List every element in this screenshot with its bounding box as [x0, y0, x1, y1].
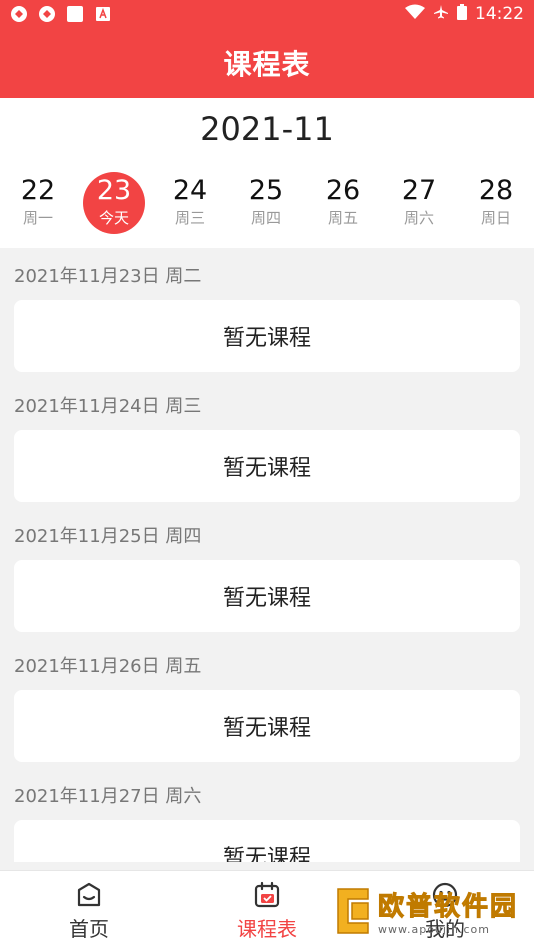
home-face-icon [75, 881, 103, 909]
empty-course-card[interactable]: 暂无课程 [14, 300, 520, 372]
tab-label: 课程表 [237, 917, 297, 941]
day-weekday: 周三 [174, 209, 205, 227]
tab-schedule[interactable]: 课程表 [178, 871, 356, 950]
day-item[interactable]: 27 周六 [388, 172, 450, 234]
day-item-today[interactable]: 23 今天 [83, 172, 145, 234]
week-calendar: 2021-11 22 周一 23 今天 24 周三 25 周四 26 周五 27… [0, 98, 534, 248]
day-number: 25 [248, 175, 284, 206]
day-number: 26 [325, 175, 361, 206]
day-section: 2021年11月25日 周四 暂无课程 [0, 508, 534, 638]
watermark-text: 欧普软件园 [377, 892, 519, 923]
day-strip: 22 周一 23 今天 24 周三 25 周四 26 周五 27 周六 28 周… [0, 172, 534, 236]
watermark: 欧普软件园 www.apoujin.com [332, 876, 532, 946]
day-weekday: 周日 [480, 209, 511, 227]
tab-label: 首页 [69, 917, 109, 941]
empty-course-card[interactable]: 暂无课程 [14, 690, 520, 762]
month-label: 2021-11 [200, 110, 334, 148]
day-number: 28 [478, 175, 514, 206]
day-weekday: 周四 [250, 209, 281, 227]
day-section: 2021年11月27日 周六 暂无课程 [0, 768, 534, 862]
schedule-list[interactable]: 2021年11月23日 周二 暂无课程 2021年11月24日 周三 暂无课程 … [0, 248, 534, 862]
airplane-icon [433, 4, 449, 25]
day-item[interactable]: 26 周五 [312, 172, 374, 234]
status-time: 14:22 [475, 4, 524, 24]
day-weekday: 周六 [403, 209, 434, 227]
app-bar: 课程表 [0, 28, 534, 98]
day-section: 2021年11月26日 周五 暂无课程 [0, 638, 534, 768]
section-date: 2021年11月25日 周四 [14, 526, 202, 547]
day-weekday: 今天 [98, 209, 129, 227]
day-number: 27 [401, 175, 437, 206]
empty-course-card[interactable]: 暂无课程 [14, 560, 520, 632]
day-item[interactable]: 22 周一 [7, 172, 69, 234]
day-item[interactable]: 25 周四 [235, 172, 297, 234]
tab-home[interactable]: 首页 [0, 871, 178, 950]
empty-course-card[interactable]: 暂无课程 [14, 430, 520, 502]
text-a-icon [94, 5, 112, 23]
section-date: 2021年11月27日 周六 [14, 786, 202, 807]
day-section: 2021年11月23日 周二 暂无课程 [0, 248, 534, 378]
section-date: 2021年11月23日 周二 [14, 266, 202, 287]
day-number: 22 [20, 175, 56, 206]
day-item[interactable]: 28 周日 [465, 172, 527, 234]
page-title: 课程表 [223, 48, 311, 81]
sync-icon-2 [38, 5, 56, 23]
watermark-url: www.apoujin.com [378, 923, 490, 936]
battery-icon [457, 3, 467, 25]
day-item[interactable]: 24 周三 [159, 172, 221, 234]
section-date: 2021年11月26日 周五 [14, 656, 202, 677]
day-number: 24 [172, 175, 208, 206]
day-weekday: 周一 [22, 209, 53, 227]
section-date: 2021年11月24日 周三 [14, 396, 202, 417]
sync-icon [10, 5, 28, 23]
day-number: 23 [96, 175, 132, 206]
wifi-icon [405, 4, 425, 25]
calendar-check-icon [253, 881, 281, 909]
day-weekday: 周五 [327, 209, 358, 227]
square-icon [66, 5, 84, 23]
status-bar: 14:22 [0, 0, 534, 28]
day-section: 2021年11月24日 周三 暂无课程 [0, 378, 534, 508]
empty-course-card[interactable]: 暂无课程 [14, 820, 520, 862]
watermark-logo-icon [332, 885, 374, 937]
